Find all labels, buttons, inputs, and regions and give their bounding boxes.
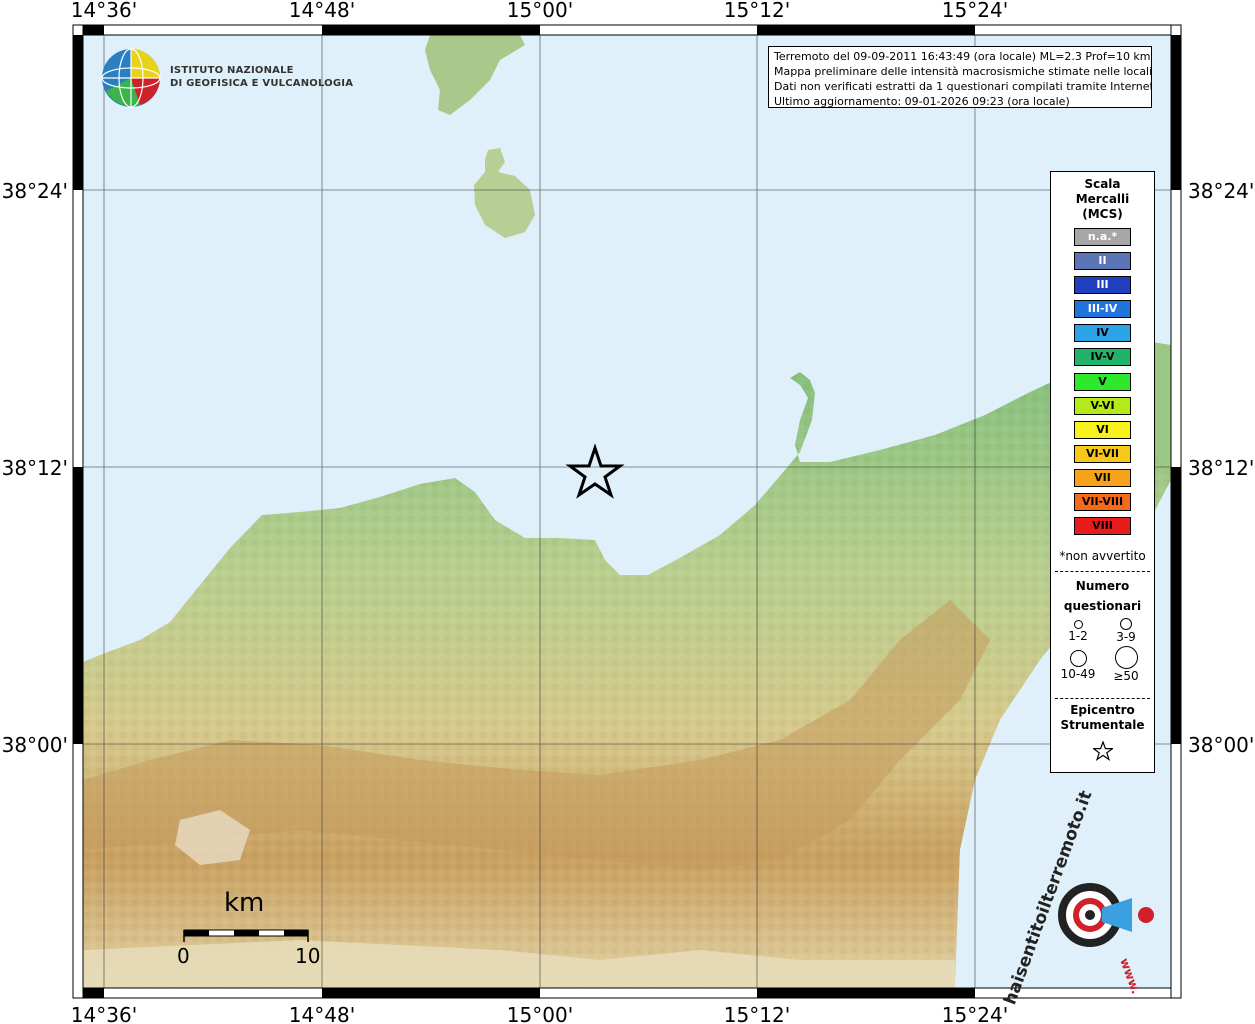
legend-title-line3: (MCS) [1082,207,1123,221]
count-circle-xlarge-icon [1114,646,1138,670]
info-line-3: Dati non verificati estratti da 1 questi… [774,80,1152,93]
mcs-class-row: IV-V [1051,348,1154,372]
info-line-1: Terremoto del 09-09-2011 16:43:49 (ora l… [774,50,1151,63]
epicenter-title-line2: Strumentale [1060,718,1145,733]
lat-label-left-2: 38°12' [2,456,68,480]
ingv-globe-icon [101,48,161,108]
count-item-50: ≥50 [1101,646,1151,683]
mcs-class-row: IV [1051,324,1154,348]
institute-name-line1: ISTITUTO NAZIONALE [170,65,294,76]
info-line-2: Mappa preliminare delle intensità macros… [774,65,1152,78]
count-circle-small-icon [1073,620,1083,630]
legend-title: Scala Mercalli (MCS) [1051,177,1154,222]
legend-title-line1: Scala [1084,177,1121,191]
lat-label-left-3: 38°00' [2,733,68,757]
lat-label-right-1: 38°24' [1188,179,1254,203]
count-item-10-49: 10-49 [1053,650,1103,681]
count-title-line1: Numero [1075,579,1130,594]
lon-label-top-4: 15°12' [724,0,790,22]
lon-label-bottom-5: 15°24' [942,1003,1008,1024]
count-label-3-9: 3-9 [1116,630,1136,645]
count-circles: 1-2 3-9 10-49 ≥50 [1051,616,1154,690]
mcs-class-row: VI-VII [1051,444,1154,469]
lon-label-bottom-2: 14°48' [289,1003,355,1024]
info-line-4: Ultimo aggiornamento: 09-01-2026 09:23 (… [774,95,1070,108]
count-item-1-2: 1-2 [1053,620,1103,643]
legend-separator-2 [1055,698,1150,700]
mcs-swatch: III [1074,276,1131,295]
count-label-1-2: 1-2 [1068,629,1088,644]
count-circle-medium-icon [1120,618,1132,631]
lat-label-right-2: 38°12' [1188,456,1254,480]
lon-label-bottom-3: 15°00' [507,1003,573,1024]
event-info-box: Terremoto del 09-09-2011 16:43:49 (ora l… [768,46,1152,108]
intensity-legend: Scala Mercalli (MCS) n.a.* II III III-IV IV I… [1050,171,1155,773]
mcs-swatch: VII-VIII [1074,493,1131,512]
mcs-class-row: III-IV [1051,300,1154,324]
lon-label-top-5: 15°24' [942,0,1008,22]
epicenter-title-line1: Epicentro [1070,703,1135,718]
lon-label-bottom-4: 15°12' [724,1003,790,1024]
legend-separator [1055,571,1150,573]
mcs-class-row: VIII [1051,517,1154,541]
mcs-swatch: VII [1074,468,1131,487]
scalebar-unit: km [224,888,265,918]
mcs-swatch: V [1074,372,1131,391]
legend-title-line2: Mercalli [1075,192,1130,206]
count-label-10-49: 10-49 [1060,667,1096,682]
mcs-class-row: n.a.* [1051,228,1154,252]
lon-label-top-2: 14°48' [289,0,355,22]
mcs-swatch-list: n.a.* II III III-IV IV IV-V V V-VI VI VI-VII VII VI… [1051,228,1154,541]
count-circle-large-icon [1069,650,1087,668]
mcs-class-row: VII-VIII [1051,493,1154,517]
mcs-swatch: III-IV [1074,300,1131,319]
lon-label-top-1: 14°36' [71,0,137,22]
institute-name: ISTITUTO NAZIONALE DI GEOFISICA E VULCAN… [170,64,353,90]
not-felt-note: *non avvertito [1059,549,1146,564]
legend-star-icon [1091,740,1114,762]
mcs-class-row: III [1051,276,1154,300]
mcs-swatch: V-VI [1074,396,1131,415]
mcs-swatch: VI [1074,420,1131,439]
institute-name-line2: DI GEOFISICA E VULCANOLOGIA [170,78,354,89]
question-badge-icon [1138,907,1154,923]
mcs-class-row: VI [1051,420,1154,445]
lat-label-right-3: 38°00' [1188,733,1254,757]
mcs-class-row: II [1051,252,1154,276]
mcs-swatch: IV-V [1074,348,1131,367]
count-title: Numero questionari [1051,576,1154,616]
lon-label-top-3: 15°00' [507,0,573,22]
mcs-swatch: VI-VII [1074,444,1131,463]
mcs-swatch: II [1074,252,1131,271]
mcs-class-row: V-VI [1051,396,1154,421]
scalebar-min: 0 [177,944,190,968]
lat-label-left-1: 38°24' [2,179,68,203]
mcs-swatch: VIII [1074,517,1131,536]
count-title-line2: questionari [1063,599,1142,614]
mcs-class-row: V [1051,372,1154,397]
mcs-swatch: IV [1074,324,1131,343]
mcs-swatch: n.a.* [1074,228,1131,246]
lon-label-bottom-1: 14°36' [71,1003,137,1024]
scalebar-max: 10 [295,944,321,968]
epicenter-title: Epicentro Strumentale [1051,703,1154,733]
target-center-icon [1085,910,1095,920]
count-item-3-9: 3-9 [1101,618,1151,644]
mcs-class-row: VII [1051,468,1154,493]
count-label-50: ≥50 [1113,669,1139,684]
